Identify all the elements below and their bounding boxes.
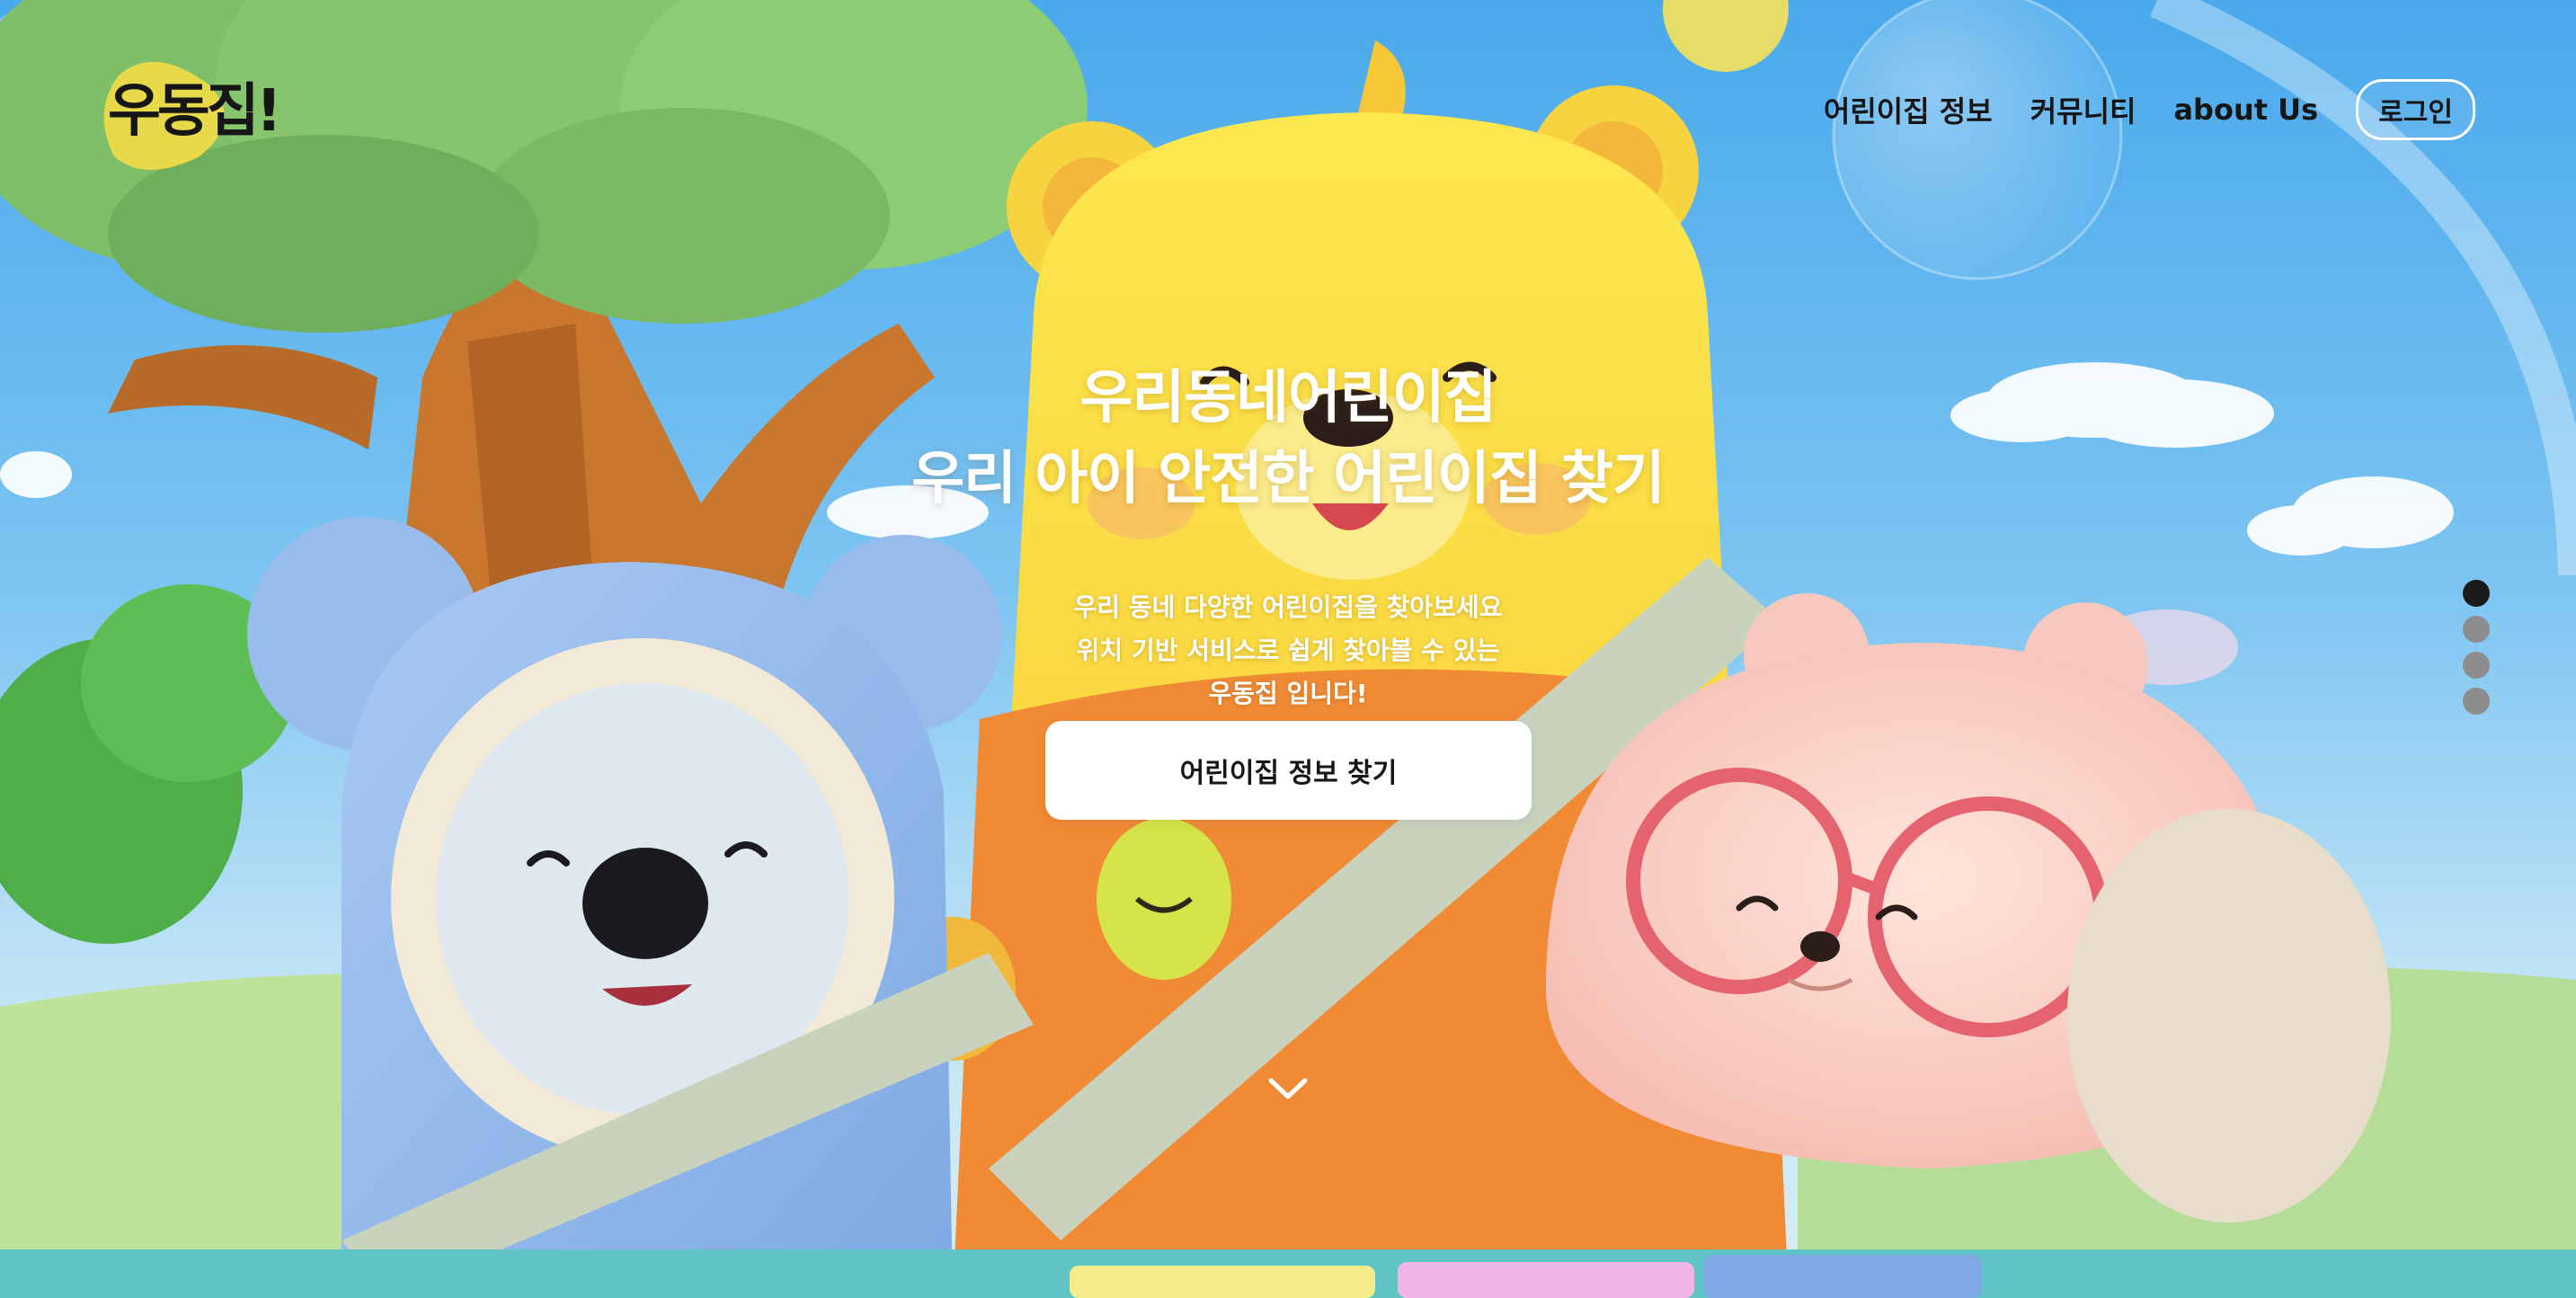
chevron-down-icon[interactable] [1267, 1075, 1309, 1102]
find-daycare-button[interactable]: 어린이집 정보 찾기 [1045, 721, 1532, 820]
pagination-dot-1[interactable] [2463, 580, 2490, 607]
hero-headline-line-1: 우리동네어린이집 [1079, 365, 1497, 431]
nav-daycare-info[interactable]: 어린이집 정보 [1824, 89, 1993, 130]
top-navigation: 어린이집 정보 커뮤니티 about Us 로그인 [1824, 79, 2475, 140]
slide-pagination [2463, 580, 2490, 715]
logo-text: 우동집! [108, 78, 282, 145]
hero-headline: 우리동네어린이집 우리 아이 안전한 어린이집 찾기 [0, 358, 2576, 520]
pagination-dot-4[interactable] [2463, 688, 2490, 715]
nav-community[interactable]: 커뮤니티 [2030, 89, 2136, 130]
nav-about-us[interactable]: about Us [2173, 93, 2318, 127]
hero-banner: 우동집! 어린이집 정보 커뮤니티 about Us 로그인 우리동네어린이집 … [0, 0, 2576, 1298]
hero-headline-line-2: 우리 아이 안전한 어린이집 찾기 [911, 446, 1666, 512]
pagination-dot-3[interactable] [2463, 652, 2490, 679]
brand-logo[interactable]: 우동집! [101, 40, 282, 174]
hero-description: 우리 동네 다양한 어린이집을 찾아보세요 위치 기반 서비스로 쉽게 찾아볼 … [0, 586, 2576, 716]
pagination-dot-2[interactable] [2463, 616, 2490, 643]
hero-description-line-1: 우리 동네 다양한 어린이집을 찾아보세요 [1073, 592, 1503, 622]
hero-description-line-3: 우동집 입니다! [1208, 679, 1368, 708]
hero-description-line-2: 위치 기반 서비스로 쉽게 찾아볼 수 있는 [1076, 636, 1500, 665]
login-button[interactable]: 로그인 [2356, 79, 2475, 140]
